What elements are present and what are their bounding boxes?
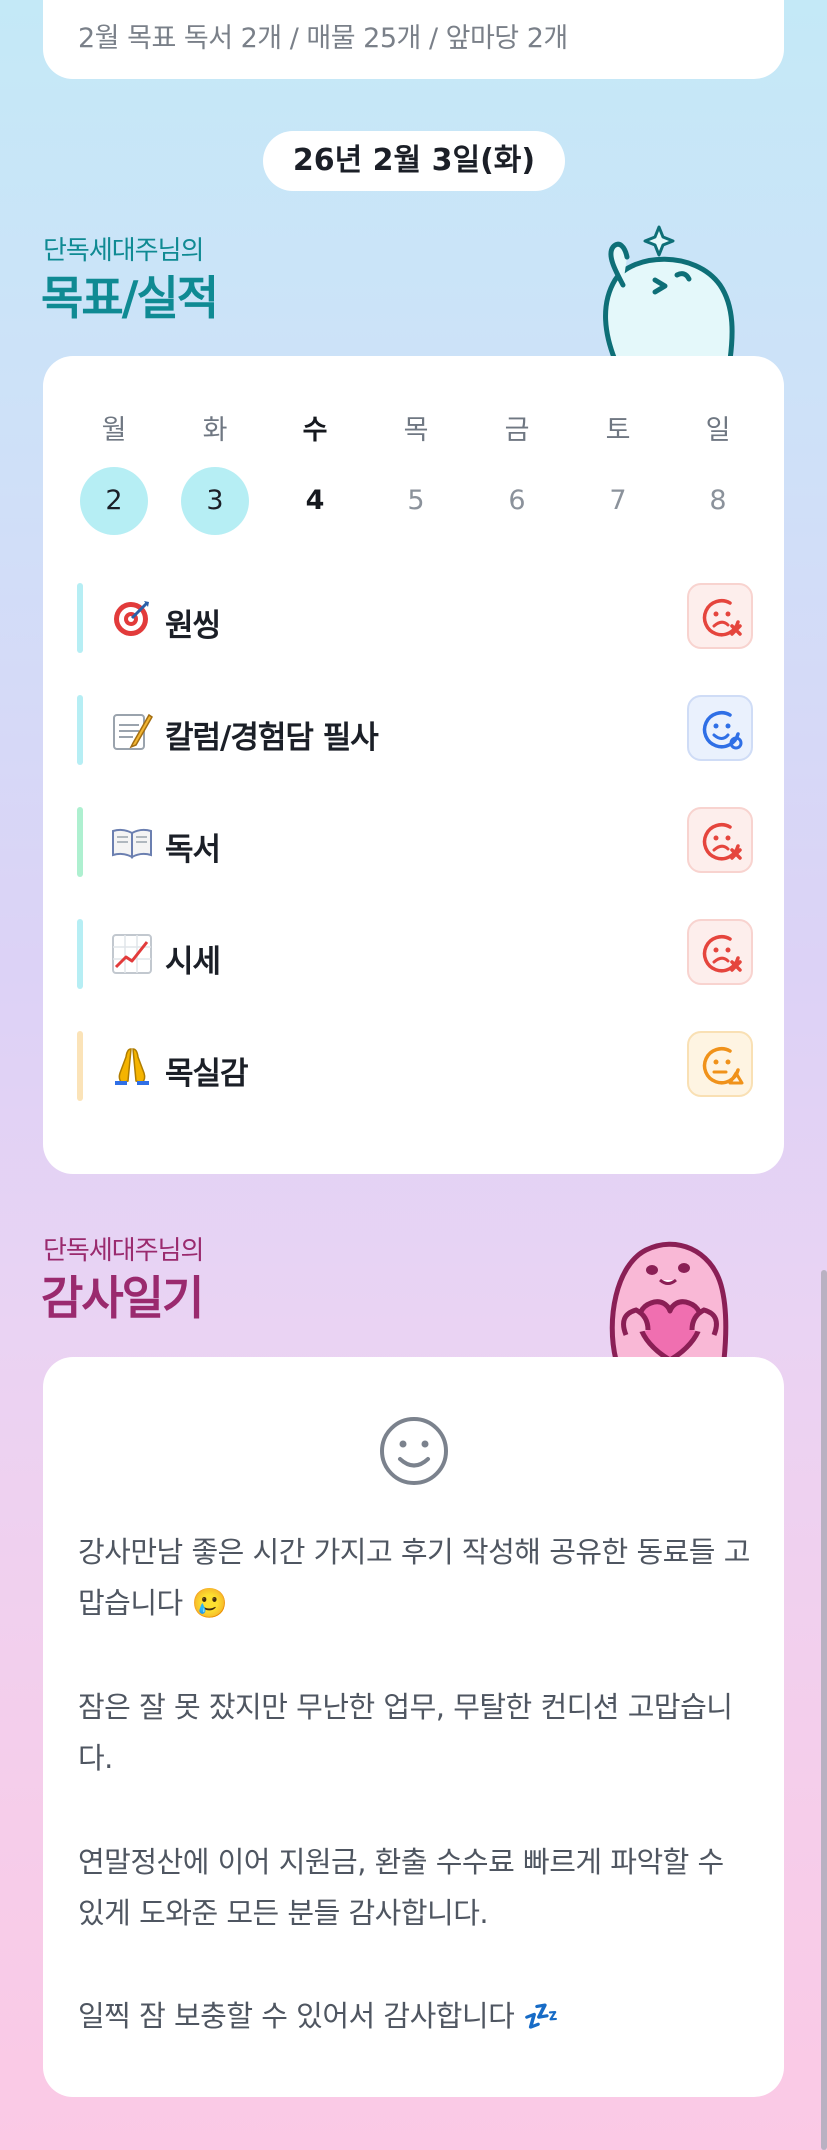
smile-icon bbox=[380, 1417, 448, 1485]
pray-icon bbox=[115, 1048, 149, 1085]
status-failed-button[interactable] bbox=[687, 807, 753, 873]
monthly-goal-card: 2월 목표 독서 2개 / 매물 25개 / 앞마당 2개 bbox=[43, 0, 784, 79]
diary-paragraph: 강사만남 좋은 시간 가지고 후기 작성해 공유한 동료들 고맙습니다 🥲 bbox=[78, 1535, 750, 1620]
date-3[interactable]: 3 bbox=[181, 467, 249, 535]
ghost-mascot-icon bbox=[603, 225, 735, 360]
date-label[interactable]: 26년 2월 3일(화) bbox=[263, 131, 565, 191]
weekday-sat: 토 bbox=[605, 415, 631, 446]
weekday-mon: 월 bbox=[101, 415, 127, 446]
book-icon bbox=[112, 828, 152, 859]
goal-row-column-copy[interactable]: 칼럼/경험담 필사 bbox=[77, 695, 753, 765]
diary-section-title: 감사일기 bbox=[41, 1271, 204, 1325]
sad-x-icon bbox=[702, 935, 742, 973]
date-2[interactable]: 2 bbox=[80, 467, 148, 535]
sad-x-icon bbox=[702, 599, 742, 637]
goal-bar bbox=[77, 919, 83, 989]
gratitude-diary-card: 강사만남 좋은 시간 가지고 후기 작성해 공유한 동료들 고맙습니다 🥲 잠은… bbox=[43, 1357, 784, 2097]
memo-icon bbox=[113, 713, 153, 750]
goals-card: 월 화 수 목 금 토 일 2 3 4 5 6 7 8 원씽 칼럼/경험담 필사… bbox=[43, 356, 784, 1174]
weekday-tue: 화 bbox=[202, 415, 228, 446]
weekday-fri: 금 bbox=[504, 415, 530, 446]
date-4[interactable]: 4 bbox=[281, 467, 349, 535]
date-8[interactable]: 8 bbox=[684, 467, 752, 535]
smile-progress-icon bbox=[702, 711, 743, 750]
diary-paragraph: 연말정산에 이어 지원금, 환출 수수료 빠르게 파악할 수 있게 도와준 모든… bbox=[78, 1845, 724, 1930]
target-icon bbox=[114, 601, 149, 636]
status-in-progress-button[interactable] bbox=[687, 695, 753, 761]
goal-bar bbox=[77, 583, 83, 653]
goal-label: 원씽 bbox=[165, 608, 221, 644]
goal-bar bbox=[77, 1031, 83, 1101]
date-5[interactable]: 5 bbox=[382, 467, 450, 535]
sad-x-icon bbox=[702, 823, 742, 861]
goal-label: 독서 bbox=[165, 832, 221, 868]
goal-bar bbox=[77, 695, 83, 765]
weekday-thu: 목 bbox=[403, 415, 429, 446]
goal-row-oneseong[interactable]: 원씽 bbox=[77, 583, 753, 653]
goals-section-title: 목표/실적 bbox=[41, 271, 219, 325]
neutral-warning-icon bbox=[702, 1047, 744, 1085]
diary-paragraph: 잠은 잘 못 잤지만 무난한 업무, 무탈한 컨디션 고맙습니다. bbox=[78, 1690, 733, 1775]
scrollbar[interactable] bbox=[821, 1270, 827, 2150]
goal-row-reading[interactable]: 독서 bbox=[77, 807, 753, 877]
status-failed-button[interactable] bbox=[687, 919, 753, 985]
monthly-goal-text: 2월 목표 독서 2개 / 매물 25개 / 앞마당 2개 bbox=[78, 23, 568, 54]
goal-row-gratitude[interactable]: 목실감 bbox=[77, 1031, 753, 1101]
weekday-wed: 수 bbox=[302, 415, 328, 446]
status-warning-button[interactable] bbox=[687, 1031, 753, 1097]
date-7[interactable]: 7 bbox=[584, 467, 652, 535]
goal-label: 목실감 bbox=[165, 1056, 249, 1092]
chart-icon bbox=[112, 934, 152, 974]
goal-row-market-price[interactable]: 시세 bbox=[77, 919, 753, 989]
goal-bar bbox=[77, 807, 83, 877]
goal-label: 칼럼/경험담 필사 bbox=[165, 720, 379, 756]
heart-mascot-icon bbox=[609, 1241, 729, 1360]
goal-label: 시세 bbox=[165, 944, 221, 980]
date-6[interactable]: 6 bbox=[483, 467, 551, 535]
diary-paragraph: 일찍 잠 보충할 수 있어서 감사합니다 💤 bbox=[78, 1999, 559, 2033]
weekday-sun: 일 bbox=[705, 415, 731, 446]
status-failed-button[interactable] bbox=[687, 583, 753, 649]
